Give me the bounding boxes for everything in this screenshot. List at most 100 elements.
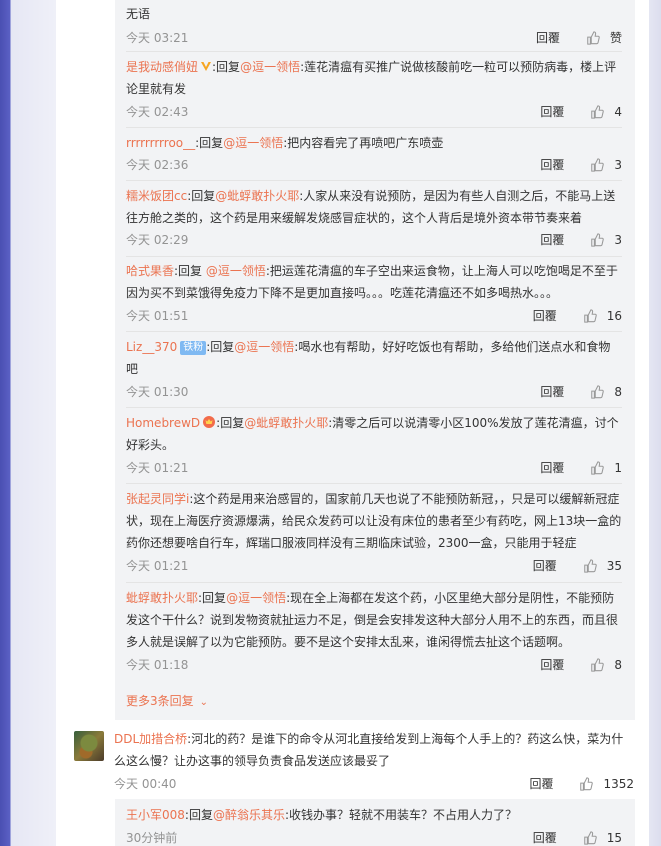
verified-badge-icon	[201, 62, 212, 71]
comment-time: 今天 01:21	[126, 461, 189, 475]
mention-link[interactable]: @逗一领悟	[226, 591, 286, 605]
reply-button[interactable]: 回覆	[540, 654, 564, 676]
reply-button[interactable]: 回覆	[540, 154, 564, 176]
divider	[126, 582, 622, 583]
comment-username[interactable]: Liz__370	[126, 340, 177, 354]
list-item: 无语 今天 03:21 回覆 赞	[126, 3, 622, 49]
reply-button[interactable]: 回覆	[533, 827, 557, 846]
divider	[126, 180, 622, 181]
like-icon[interactable]	[590, 158, 605, 172]
comment-time: 今天 02:36	[126, 158, 189, 172]
comment-text: :河北的药？是谁下的命令从河北直接给发到上海每个人手上的？药这么快，菜为什么这么…	[114, 732, 624, 768]
like-count: 1352	[603, 777, 634, 791]
avatar[interactable]	[74, 731, 104, 761]
mention-link[interactable]: @逗一领悟	[240, 60, 300, 74]
comment-text: :收钱办事？轻就不用装车？不占用人力了？	[284, 808, 518, 822]
comment-username[interactable]: rrrrrrrrroo__	[126, 136, 195, 150]
like-icon[interactable]	[579, 777, 594, 791]
like-count: 3	[614, 233, 622, 247]
like-count: 35	[606, 559, 622, 573]
list-item: Liz__370 铁粉:回复@逗一领悟:喝水也有帮助，好好吃饭也有帮助，多给他们送…	[126, 336, 622, 403]
reply-button[interactable]: 回覆	[529, 773, 553, 795]
like-icon[interactable]	[583, 831, 597, 845]
reply-prefix: :回复	[187, 189, 216, 203]
reply-button[interactable]: 回覆	[533, 305, 557, 327]
like-icon[interactable]	[590, 105, 605, 119]
list-item: 王小军008:回复@醉翁乐其乐:收钱办事？轻就不用装车？不占用人力了？ 30分钟…	[126, 804, 622, 846]
like-count: 15	[606, 831, 622, 845]
divider	[126, 256, 622, 257]
reply-prefix: :回复	[216, 416, 245, 430]
divider	[126, 331, 622, 332]
list-item: rrrrrrrrroo__:回复@逗一领悟:把内容看完了再喷吧广东喷壶 今天 0…	[126, 132, 622, 176]
comment-username[interactable]: HomebrewD	[126, 416, 200, 430]
comment-text: 无语	[126, 7, 151, 21]
comment-username[interactable]: 王小军008	[126, 808, 185, 822]
like-count: 1	[614, 461, 622, 475]
mention-link[interactable]: @蚍蜉敢扑火耶	[215, 189, 299, 203]
chevron-down-icon: ⌄	[199, 697, 209, 708]
comment-time: 今天 01:18	[126, 658, 189, 672]
like-count: 8	[614, 658, 622, 672]
mention-link[interactable]: @逗一领悟	[234, 340, 294, 354]
comment-time: 今天 02:43	[126, 105, 189, 119]
mention-link[interactable]: @蚍蜉敢扑火耶	[244, 416, 328, 430]
reply-prefix: :回复	[174, 264, 206, 278]
like-icon[interactable]	[590, 658, 605, 672]
comment-time: 今天 03:21	[126, 31, 189, 45]
reply-prefix: :回复	[212, 60, 241, 74]
comment-text: :把内容看完了再喷吧广东喷壶	[283, 136, 444, 150]
divider	[126, 483, 622, 484]
comment-time: 今天 02:29	[126, 233, 189, 247]
comment-username[interactable]: 蚍蜉敢扑火耶	[126, 591, 198, 605]
reply-button[interactable]: 回覆	[536, 27, 560, 49]
left-background-strip	[0, 0, 56, 846]
comment-time: 今天 01:30	[126, 385, 189, 399]
like-icon[interactable]	[583, 559, 597, 573]
comment-username[interactable]: 糯米饭团cc	[126, 189, 187, 203]
list-item: 糯米饭团cc:回复@蚍蜉敢扑火耶:人家从来没有说预防，是因为有些人自测之后，不能…	[126, 185, 622, 251]
like-icon[interactable]	[586, 31, 600, 45]
mention-link[interactable]: @醉翁乐其乐	[213, 808, 285, 822]
reply-prefix: :回复	[195, 136, 224, 150]
fan-badge: 铁粉	[180, 341, 207, 355]
like-icon[interactable]	[590, 385, 605, 399]
reply-button[interactable]: 回覆	[533, 555, 557, 577]
comment-time: 30分钟前	[126, 831, 178, 845]
comment-time: 今天 01:51	[126, 309, 189, 323]
reply-button[interactable]: 回覆	[540, 101, 564, 123]
more-replies-label: 更多3条回复	[126, 694, 194, 708]
reply-prefix: :回复	[198, 591, 227, 605]
list-item: 张起灵同学i:这个药是用来治感冒的，国家前几天也说了不能预防新冠，，只是可以缓解…	[126, 488, 622, 577]
like-count: 赞	[609, 31, 622, 45]
like-count: 16	[606, 309, 622, 323]
list-item: 是我动感俏妞:回复@逗一领悟:莲花清瘟有买推广说做核酸前吃一粒可以预防病毒，楼上…	[126, 56, 622, 123]
like-count: 4	[614, 105, 622, 119]
reply-prefix: :回复	[206, 340, 235, 354]
list-item: 哈式果香:回复 @逗一领悟:把运莲花清瘟的车子空出来运食物，让上海人可以吃饱喝足…	[126, 260, 622, 327]
comment-username[interactable]: 哈式果香	[126, 264, 174, 278]
list-item: 蚍蜉敢扑火耶:回复@逗一领悟:现在全上海都在发这个药，小区里绝大部分是阴性，不能…	[126, 587, 622, 676]
like-count: 8	[614, 385, 622, 399]
divider	[126, 407, 622, 408]
mention-link[interactable]: @逗一领悟	[223, 136, 283, 150]
comment-time: 今天 00:40	[114, 777, 177, 791]
comment-text: 这个药是用来治感冒的，国家前几天也说了不能预防新冠，，只是可以缓解新冠症状，现在…	[126, 492, 622, 550]
comment-time: 今天 01:21	[126, 559, 189, 573]
reply-prefix: :回复	[184, 808, 213, 822]
like-icon[interactable]	[590, 461, 605, 475]
mention-link[interactable]: @逗一领悟	[206, 264, 266, 278]
comment-username[interactable]: DDL加措合桥	[114, 732, 187, 746]
list-item: HomebrewD:回复@蚍蜉敢扑火耶:清零之后可以说清零小区100%发放了莲花…	[126, 412, 622, 479]
divider	[126, 127, 622, 128]
like-icon[interactable]	[583, 309, 597, 323]
more-replies-link[interactable]: 更多3条回复 ⌄	[126, 691, 208, 713]
like-icon[interactable]	[590, 233, 605, 247]
comment-username[interactable]: 张起灵同学i	[126, 492, 189, 506]
reply-button[interactable]: 回覆	[540, 381, 564, 403]
reply-button[interactable]: 回覆	[540, 229, 564, 251]
divider	[126, 51, 622, 52]
reply-button[interactable]: 回覆	[540, 457, 564, 479]
right-background-strip	[649, 0, 661, 846]
comment-username[interactable]: 是我动感俏妞	[126, 60, 198, 74]
